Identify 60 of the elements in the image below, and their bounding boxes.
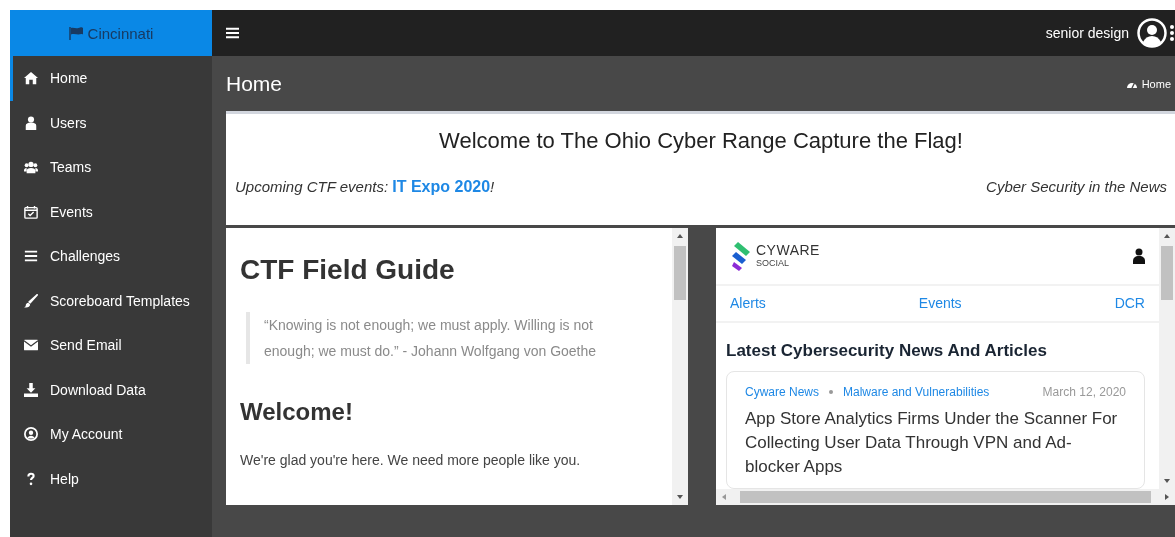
sidebar-item[interactable]: Send Email xyxy=(10,323,212,368)
list-icon xyxy=(24,249,38,264)
question-icon xyxy=(24,471,38,486)
sidebar-item[interactable]: Download Data xyxy=(10,367,212,412)
scroll-thumb[interactable] xyxy=(740,491,1151,503)
horizontal-scrollbar[interactable] xyxy=(716,489,1175,505)
logo-subtitle: SOCIAL xyxy=(756,259,790,269)
menu-icon xyxy=(226,27,239,39)
scroll-thumb[interactable] xyxy=(674,246,686,300)
more-icon xyxy=(1169,24,1175,42)
article-date: March 12, 2020 xyxy=(1042,385,1126,400)
vertical-scrollbar[interactable] xyxy=(672,228,688,505)
welcome-title: Welcome to The Ohio Cyber Range Capture the Flag! xyxy=(438,128,964,154)
logo-text: CYWARE xyxy=(756,243,820,258)
sidebar-item[interactable]: Scoreboard Templates xyxy=(10,278,212,323)
page-title: Home xyxy=(226,71,283,96)
sidebar-item[interactable]: Users xyxy=(10,100,212,145)
avatar-icon xyxy=(1137,18,1167,48)
sidebar-item[interactable]: Challenges xyxy=(10,234,212,279)
username[interactable]: senior design xyxy=(1045,25,1129,41)
sidebar-item[interactable]: Help xyxy=(10,456,212,501)
flag-icon xyxy=(68,26,84,40)
scroll-thumb[interactable] xyxy=(1161,246,1173,300)
scroll-left-icon xyxy=(720,493,728,501)
scroll-down-icon xyxy=(676,493,684,501)
sidebar-item[interactable]: Events xyxy=(10,189,212,234)
article-title[interactable]: App Store Analytics Firms Under the Scanner For Collecting User Data Through VPN and Ad-blocker Apps xyxy=(745,407,1126,480)
scroll-down-icon xyxy=(1163,477,1171,485)
download-icon xyxy=(24,382,38,397)
logo-icon xyxy=(730,239,752,272)
sidebar-item[interactable]: Teams xyxy=(10,145,212,190)
user-icon xyxy=(24,115,38,130)
paragraph: We're glad you're here. We need more people like you. xyxy=(240,452,582,468)
guide-title: CTF Field Guide xyxy=(240,254,456,286)
person-icon xyxy=(1133,247,1145,264)
scroll-up-icon xyxy=(676,232,684,240)
category-link[interactable]: Malware and Vulnerabilities xyxy=(843,385,990,400)
upcoming-events-text: Upcoming CTF events: IT Expo 2020! xyxy=(235,178,495,196)
sidebar-item[interactable]: My Account xyxy=(10,412,212,457)
nav-link[interactable]: Events xyxy=(918,295,962,312)
source-link[interactable]: Cyware News xyxy=(745,385,819,400)
news-heading: Latest Cybersecurity News And Articles xyxy=(726,341,1048,362)
separator-dot xyxy=(829,390,833,395)
brush-icon xyxy=(24,293,38,308)
breadcrumb-link[interactable]: Home xyxy=(1125,77,1171,90)
scroll-right-icon xyxy=(1163,493,1171,501)
nav-link[interactable]: DCR xyxy=(1114,295,1145,312)
section-heading: Welcome! xyxy=(240,398,354,426)
scroll-up-icon xyxy=(1163,232,1171,240)
event-link[interactable]: IT Expo 2020 xyxy=(392,178,491,195)
quote-text: “Knowing is not enough; we must apply. Willing is not enough; we must do.” - Johann Wolfgang von Goethe xyxy=(246,312,618,364)
calendar-check-icon xyxy=(24,204,38,219)
menu-button[interactable] xyxy=(226,27,239,39)
vertical-scrollbar[interactable] xyxy=(1159,228,1175,489)
nav-link[interactable]: Alerts xyxy=(730,295,766,312)
users-icon xyxy=(24,160,38,175)
home-icon xyxy=(24,71,38,86)
account-icon xyxy=(24,427,38,442)
envelope-icon xyxy=(24,338,38,353)
news-label: Cyber Security in the News xyxy=(986,178,1167,196)
